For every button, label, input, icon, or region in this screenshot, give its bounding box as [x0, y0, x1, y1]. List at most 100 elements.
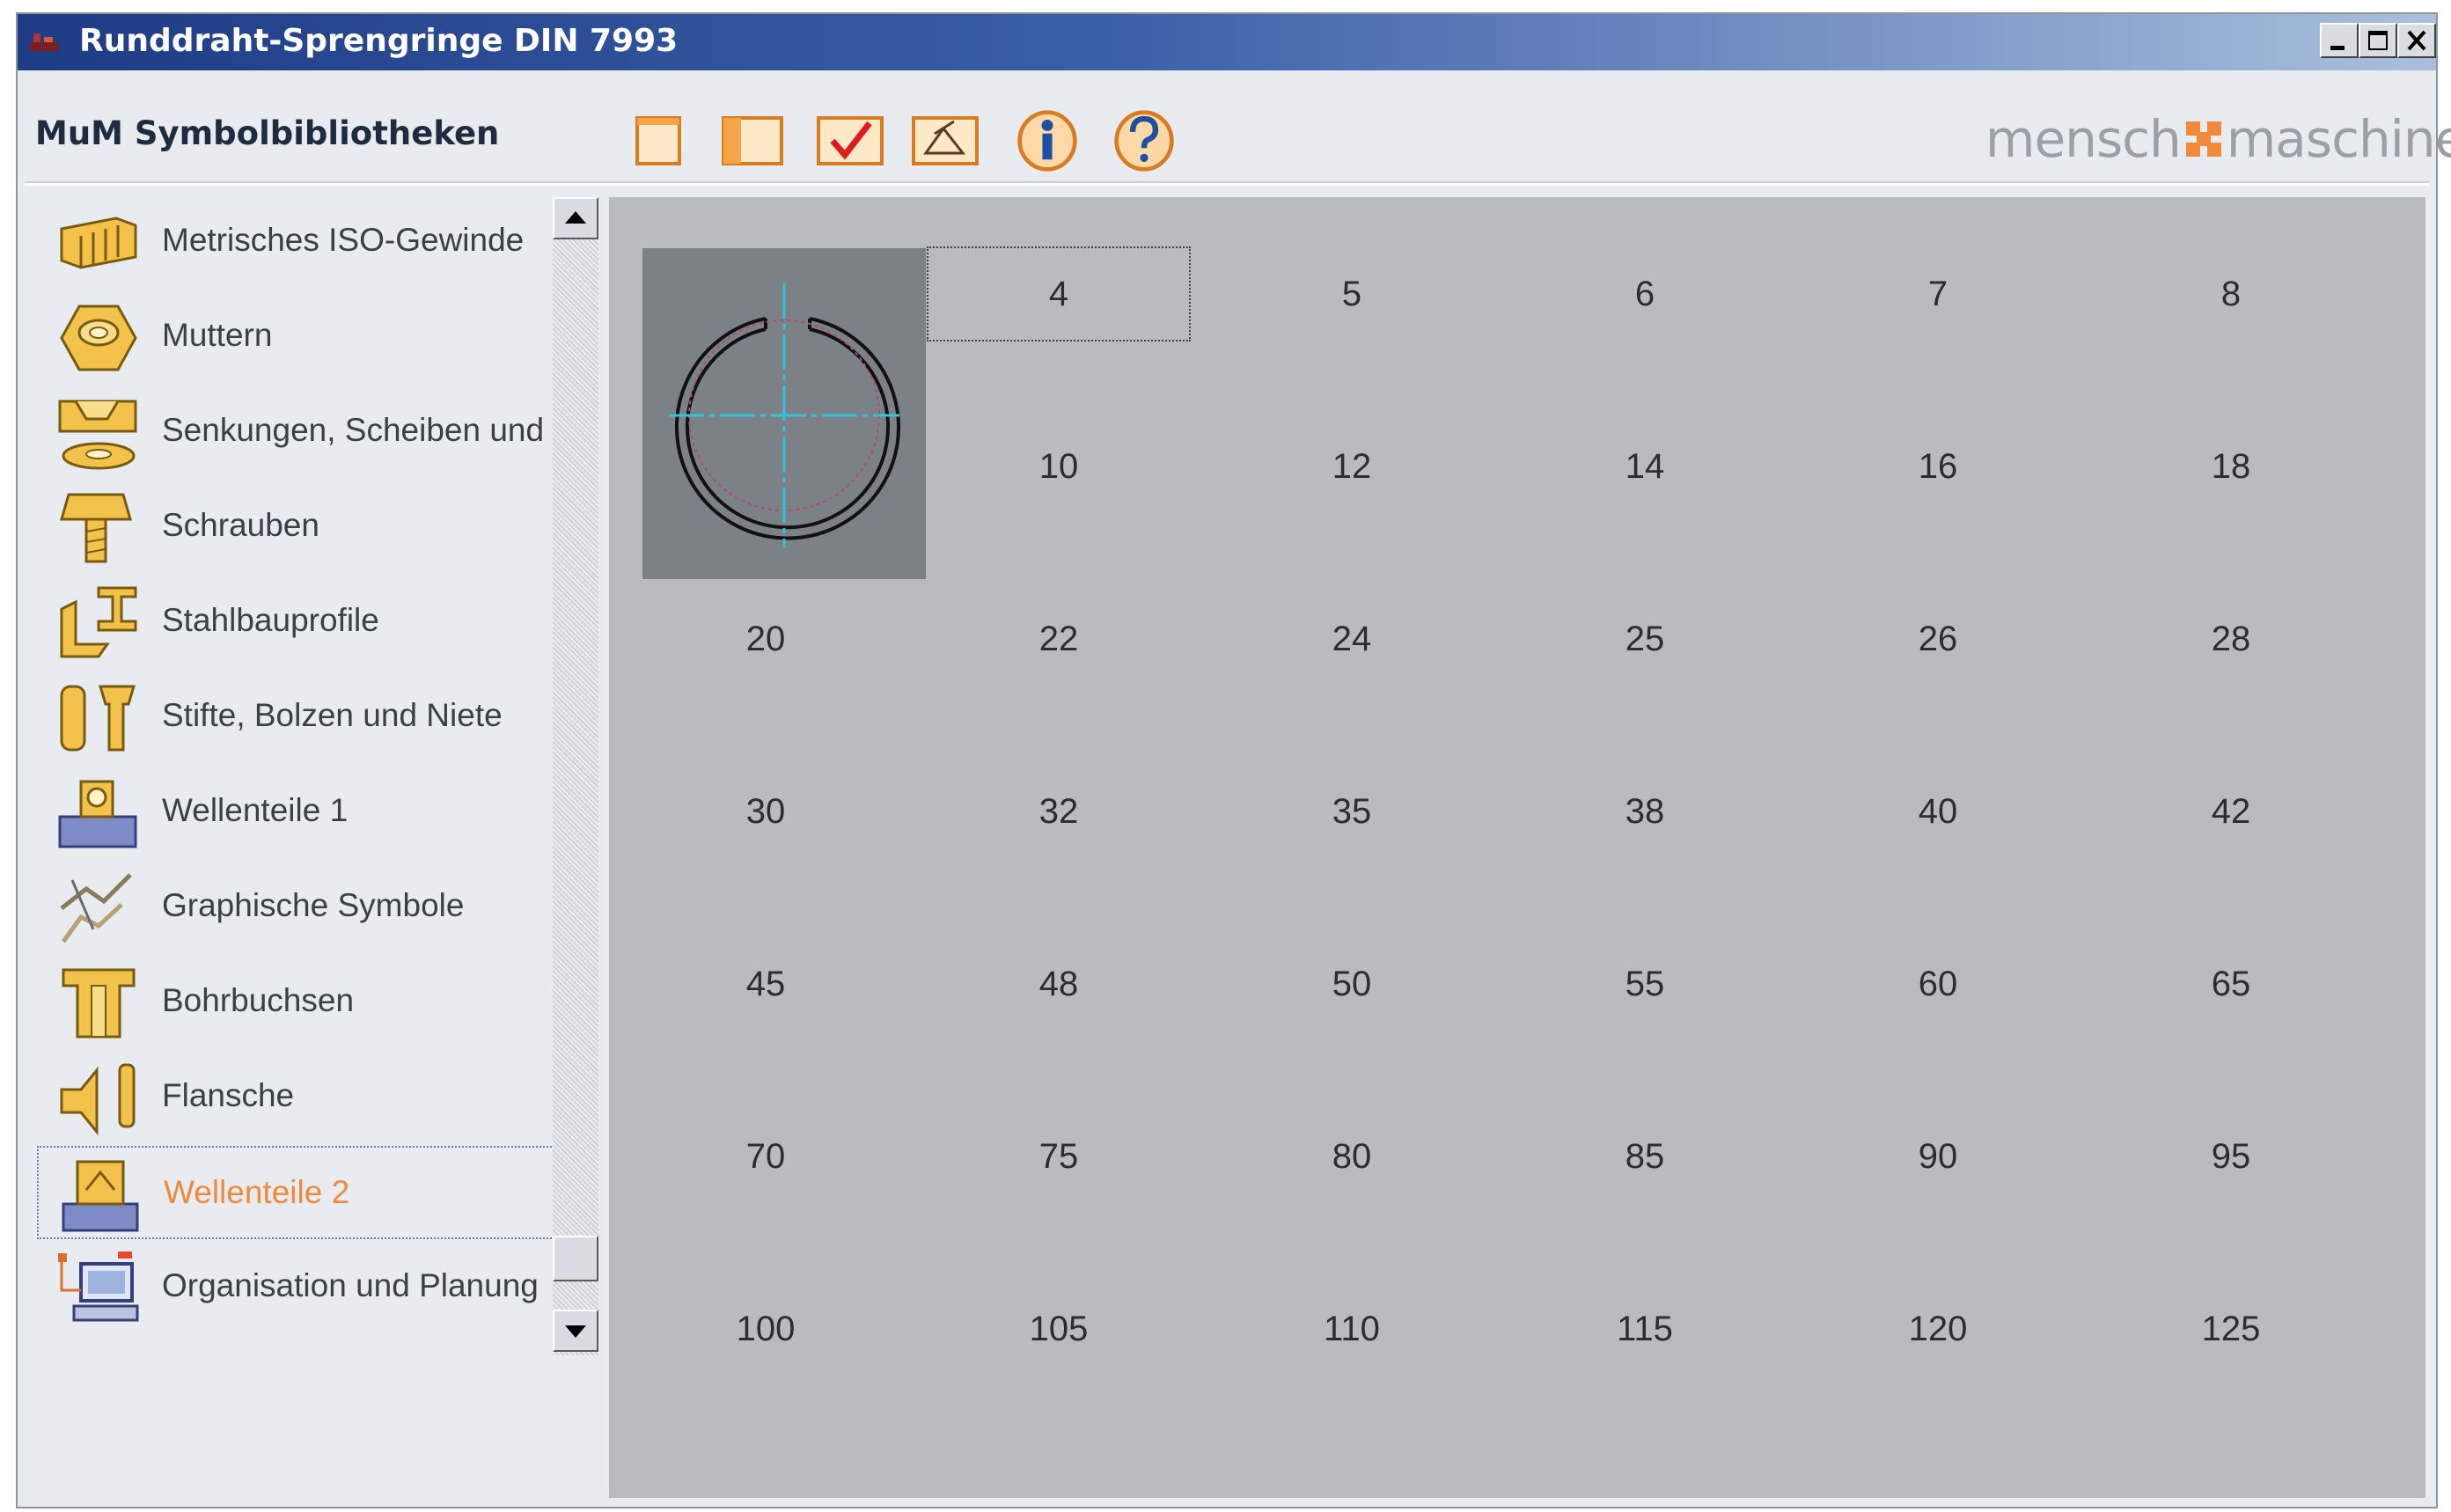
size-cell[interactable]: 70 — [634, 1109, 898, 1204]
measure-icon[interactable] — [908, 109, 982, 172]
size-cell[interactable]: 24 — [1220, 591, 1484, 686]
maximize-button[interactable] — [2359, 23, 2397, 58]
main-window: Runddraht-Sprengringe DIN 7993 MuM Symbo… — [16, 12, 2451, 1508]
scroll-thumb[interactable] — [553, 1236, 598, 1281]
size-cell[interactable]: 105 — [927, 1281, 1191, 1376]
size-cell[interactable]: 110 — [1220, 1281, 1484, 1376]
minimize-button[interactable] — [2320, 23, 2359, 58]
sidebar-scrollbar[interactable] — [553, 197, 598, 1355]
logo-text-right: maschine — [2226, 108, 2451, 169]
pin-bolt-icon — [60, 685, 136, 752]
size-cell[interactable]: 12 — [1220, 419, 1484, 514]
checkmark-icon[interactable] — [813, 109, 887, 172]
size-cell[interactable]: 45 — [634, 936, 898, 1031]
drill-bushing-icon — [62, 968, 136, 1039]
sidebar-item-senkungen[interactable]: Senkungen, Scheiben und Du — [37, 385, 565, 479]
sidebar-item-label: Schrauben — [162, 507, 319, 543]
size-grid-panel: 4 5 6 7 8 10 12 14 16 18 20 22 24 25 26 28 30 32 35 38 40 42 4… — [609, 197, 2425, 1498]
library-title: MuM Symbolbibliotheken — [35, 114, 500, 152]
sidebar-item-label: Bohrbuchsen — [162, 982, 355, 1018]
size-cell[interactable]: 35 — [1220, 764, 1484, 859]
size-cell[interactable]: 10 — [927, 419, 1191, 514]
app-icon — [30, 33, 58, 51]
snap-ring-preview-icon — [669, 283, 900, 547]
size-cell[interactable]: 115 — [1513, 1281, 1777, 1376]
size-cell[interactable]: 65 — [2099, 936, 2363, 1031]
size-cell[interactable]: 14 — [1513, 419, 1777, 514]
size-cell[interactable]: 85 — [1513, 1109, 1777, 1204]
size-cell[interactable]: 5 — [1220, 246, 1484, 341]
size-cell[interactable]: 22 — [927, 591, 1191, 686]
computer-icon — [58, 1251, 139, 1322]
minimize-icon — [2330, 46, 2345, 50]
maximize-icon — [2368, 31, 2388, 50]
sidebar-item-graphische-symbole[interactable]: Graphische Symbole — [37, 861, 565, 954]
scroll-up-button[interactable] — [553, 197, 598, 239]
size-cell[interactable]: 16 — [1806, 419, 2070, 514]
graphic-symbol-icon — [60, 873, 132, 943]
help-icon[interactable] — [1109, 109, 1179, 172]
sidebar-item-metrisches-iso-gewinde[interactable]: Metrisches ISO-Gewinde — [37, 195, 565, 289]
size-cell[interactable]: 20 — [634, 591, 898, 686]
size-cell[interactable]: 42 — [2099, 764, 2363, 859]
size-cell[interactable]: 6 — [1513, 246, 1777, 341]
sidebar-item-schrauben[interactable]: Schrauben — [37, 481, 565, 574]
close-button[interactable] — [2397, 23, 2436, 58]
sidebar-item-muttern[interactable]: Muttern — [37, 290, 565, 384]
sidebar-item-label: Flansche — [162, 1077, 295, 1113]
arrow-up-icon — [565, 211, 586, 224]
size-cell[interactable]: 25 — [1513, 591, 1777, 686]
sidebar-item-label: Senkungen, Scheiben und Du — [162, 412, 556, 448]
logo-text-left: mensch — [1985, 108, 2182, 169]
size-cell[interactable]: 30 — [634, 764, 898, 859]
size-cell[interactable]: 4 — [927, 246, 1191, 341]
size-cell[interactable]: 120 — [1806, 1281, 2070, 1376]
sidebar-item-label: Muttern — [162, 317, 273, 353]
sidebar-item-flansche[interactable]: Flansche — [37, 1051, 565, 1144]
size-cell[interactable]: 28 — [2099, 591, 2363, 686]
size-cell[interactable]: 32 — [927, 764, 1191, 859]
scroll-down-button[interactable] — [553, 1310, 598, 1352]
sidebar-item-wellenteile-2[interactable]: Wellenteile 2 — [37, 1146, 565, 1239]
logo-cross-icon — [2185, 121, 2221, 157]
size-cell[interactable]: 125 — [2099, 1281, 2363, 1376]
size-cell[interactable]: 100 — [634, 1281, 898, 1376]
size-cell[interactable]: 40 — [1806, 764, 2070, 859]
thread-icon — [60, 217, 137, 269]
brand-logo: mensch maschine — [1985, 106, 2451, 169]
panel-page-icon[interactable] — [718, 109, 789, 172]
sidebar-item-label: Wellenteile 1 — [162, 792, 349, 828]
arrow-down-icon — [565, 1325, 586, 1338]
sidebar-item-label: Stahlbauprofile — [162, 602, 379, 638]
sidebar-item-label: Organisation und Planung — [162, 1267, 539, 1303]
sidebar-item-label: Stifte, Bolzen und Niete — [162, 697, 503, 733]
size-cell[interactable]: 75 — [927, 1109, 1191, 1204]
size-cell[interactable]: 50 — [1220, 936, 1484, 1031]
sidebar-item-bohrbuchsen[interactable]: Bohrbuchsen — [37, 956, 565, 1049]
size-cell[interactable]: 48 — [927, 936, 1191, 1031]
size-cell[interactable]: 7 — [1806, 246, 2070, 341]
size-cell[interactable]: 8 — [2099, 246, 2363, 341]
title-bar[interactable]: Runddraht-Sprengringe DIN 7993 — [18, 14, 2436, 70]
size-cell[interactable]: 90 — [1806, 1109, 2070, 1204]
close-icon — [2407, 30, 2426, 51]
header-separator — [25, 181, 2429, 186]
washer-icon — [58, 400, 137, 470]
size-cell[interactable]: 26 — [1806, 591, 2070, 686]
sidebar-item-stahlbauprofile[interactable]: Stahlbauprofile — [37, 576, 565, 669]
size-cell[interactable]: 38 — [1513, 764, 1777, 859]
window-title: Runddraht-Sprengringe DIN 7993 — [79, 23, 679, 59]
size-cell[interactable]: 80 — [1220, 1109, 1484, 1204]
sidebar-item-organisation[interactable]: Organisation und Planung — [37, 1241, 565, 1334]
size-cell[interactable]: 60 — [1806, 936, 2070, 1031]
info-icon[interactable] — [1012, 109, 1082, 172]
sidebar-item-wellenteile-1[interactable]: Wellenteile 1 — [37, 766, 565, 859]
ring-preview — [642, 248, 926, 579]
size-cell[interactable]: 95 — [2099, 1109, 2363, 1204]
size-cell[interactable]: 55 — [1513, 936, 1777, 1031]
flange-icon — [60, 1063, 136, 1136]
library-sidebar: Metrisches ISO-Gewinde Muttern Senkungen… — [33, 195, 565, 1505]
size-cell[interactable]: 18 — [2099, 419, 2363, 514]
sidebar-item-stifte[interactable]: Stifte, Bolzen und Niete — [37, 671, 565, 764]
blank-page-icon[interactable] — [632, 109, 685, 172]
